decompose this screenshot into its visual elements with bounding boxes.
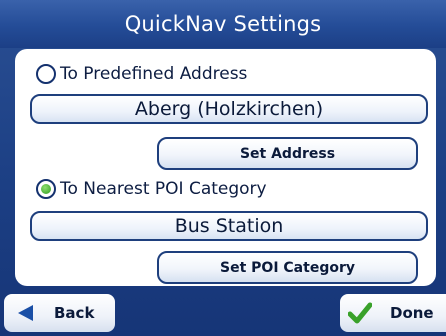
done-button[interactable]: Done (340, 294, 446, 332)
predefined-address-radio[interactable] (36, 64, 56, 84)
predefined-address-label: To Predefined Address (60, 64, 248, 84)
nearest-poi-radio[interactable] (36, 179, 56, 199)
predefined-address-option[interactable]: To Predefined Address (36, 59, 247, 89)
back-arrow-icon (16, 303, 36, 323)
set-poi-category-button[interactable]: Set POI Category (157, 251, 418, 284)
nearest-poi-label: To Nearest POI Category (60, 179, 267, 199)
poi-category-field[interactable]: Bus Station (30, 211, 428, 241)
nearest-poi-option[interactable]: To Nearest POI Category (36, 174, 267, 204)
quicknav-settings-screen: QuickNav Settings To Predefined Address … (0, 0, 446, 336)
radio-selected-dot (41, 184, 51, 194)
bottom-bar: Back Done (0, 290, 446, 336)
back-label: Back (54, 304, 95, 322)
back-button[interactable]: Back (4, 294, 115, 332)
poi-category-value: Bus Station (174, 215, 284, 237)
set-address-label: Set Address (239, 145, 336, 162)
title-bar: QuickNav Settings (0, 0, 446, 48)
set-poi-category-label: Set POI Category (220, 259, 355, 276)
address-value: Aberg (Holzkirchen) (134, 98, 324, 120)
done-label: Done (390, 304, 434, 322)
page-title: QuickNav Settings (124, 12, 322, 36)
address-field[interactable]: Aberg (Holzkirchen) (30, 94, 428, 124)
set-address-button[interactable]: Set Address (157, 137, 418, 170)
checkmark-icon (348, 302, 372, 324)
